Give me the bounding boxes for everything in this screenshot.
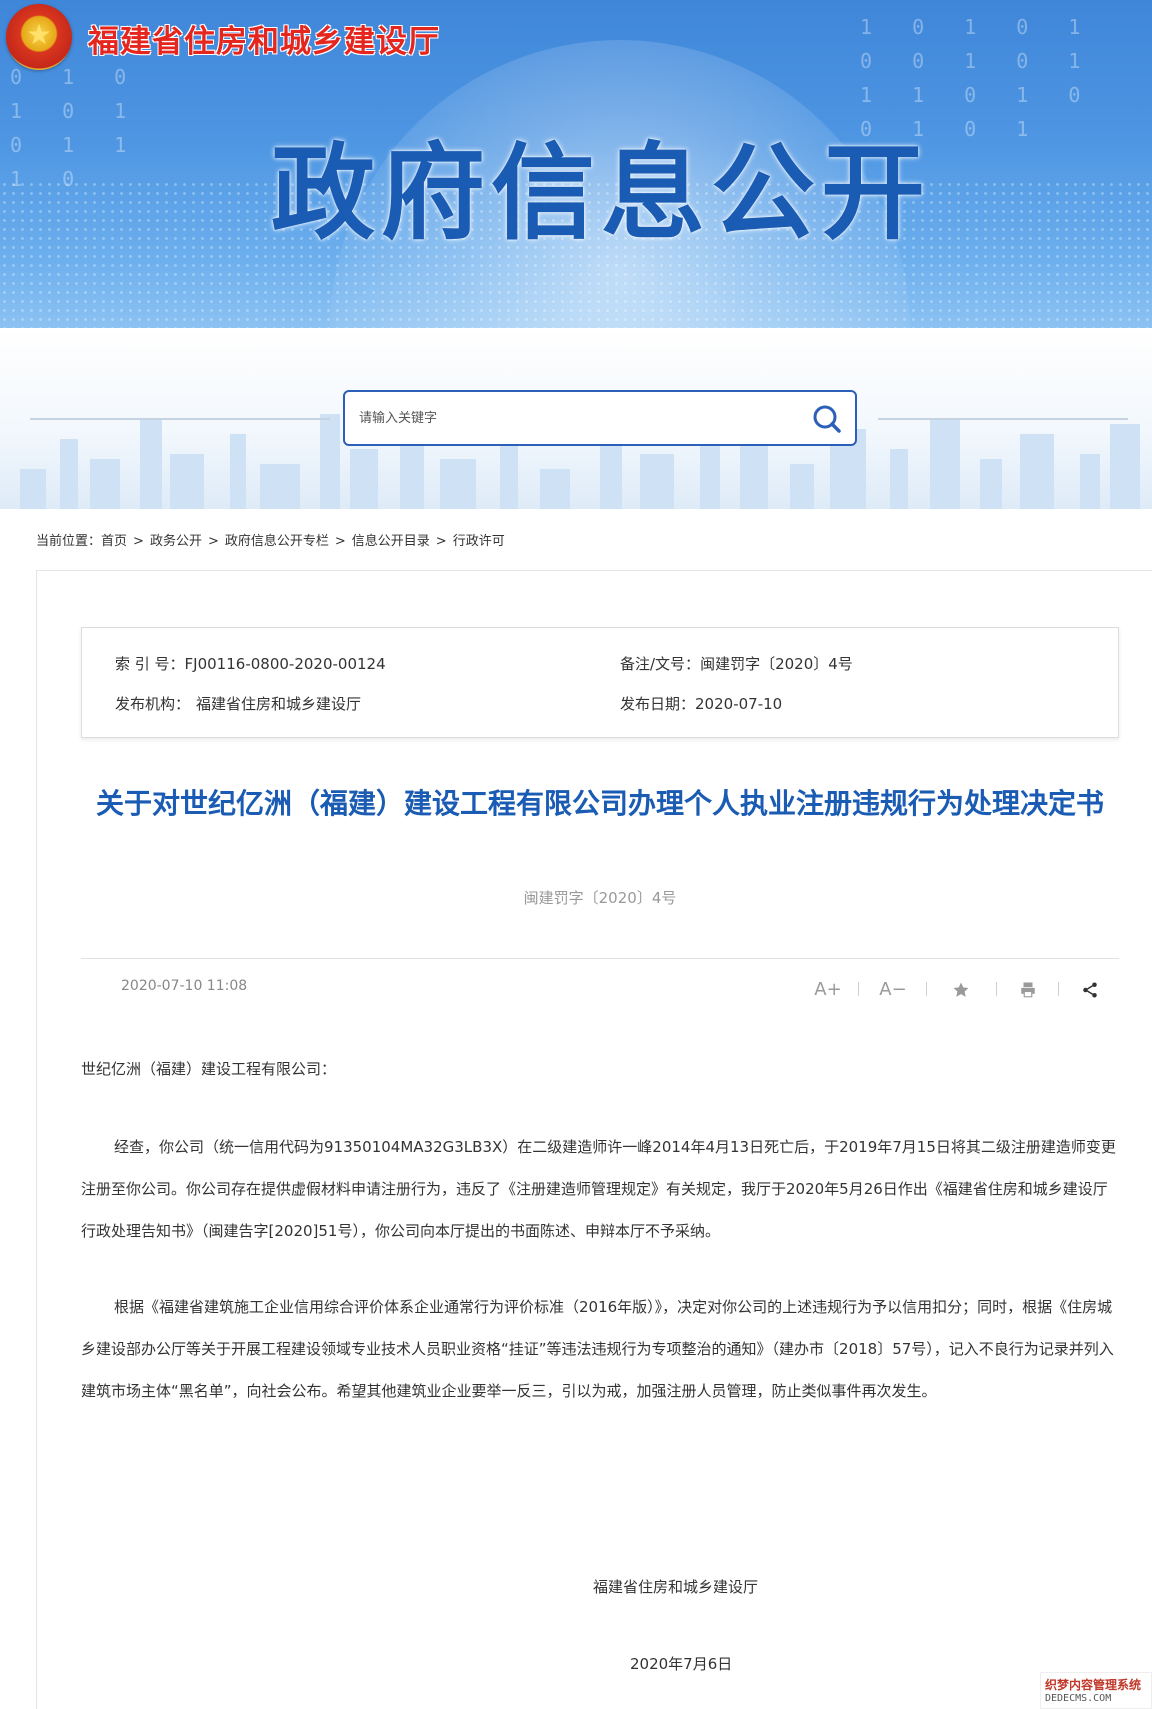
breadcrumb-item-home[interactable]: 首页 — [101, 534, 127, 549]
publish-time: 2020-07-10 11:08 — [121, 978, 248, 994]
share-icon — [1083, 982, 1097, 998]
title-divider — [81, 958, 1119, 959]
cms-watermark: 织梦内容管理系统 DEDECMS.COM — [1040, 1672, 1152, 1709]
header-banner: 0 1 01 0 10 1 11 0 1 0 1 0 10 0 1 0 11 1… — [0, 0, 1152, 328]
meta-index-value: FJ00116-0800-2020-00124 — [184, 655, 386, 673]
search-button[interactable] — [807, 400, 847, 438]
signature-org: 福建省住房和城乡建设厅 — [593, 1578, 759, 1596]
breadcrumb-item-affairs[interactable]: 政务公开 — [150, 534, 202, 549]
meta-doc: 备注/文号：闽建罚字〔2020〕4号 — [620, 653, 853, 674]
breadcrumb-separator: > — [133, 534, 144, 549]
meta-info-box: 索 引 号：FJ00116-0800-2020-00124 备注/文号：闽建罚字… — [81, 627, 1119, 738]
meta-publisher-value: 福建省住房和城乡建设厅 — [196, 695, 362, 713]
watermark-line-1: 织梦内容管理系统 — [1045, 1678, 1142, 1692]
share-button[interactable] — [1072, 974, 1108, 1006]
article-paragraph-1: 经查，你公司（统一信用代码为91350104MA32G3LB3X）在二级建造师许… — [81, 1138, 1116, 1240]
search-box — [343, 390, 857, 446]
print-button[interactable] — [1010, 974, 1046, 1006]
search-divider-right — [878, 418, 1128, 420]
search-icon — [813, 405, 841, 433]
breadcrumb-item-disclosure[interactable]: 政府信息公开专栏 — [225, 534, 329, 549]
breadcrumb-separator: > — [435, 534, 447, 549]
meta-doc-label: 备注/文号： — [620, 655, 701, 673]
article-paragraph-2: 根据《福建省建筑施工企业信用综合评价体系企业通常行为评价标准（2016年版）》，… — [81, 1298, 1114, 1400]
tool-separator — [858, 982, 859, 996]
signature-date: 2020年7月6日 — [630, 1655, 733, 1673]
meta-index: 索 引 号：FJ00116-0800-2020-00124 — [115, 653, 386, 674]
org-name[interactable]: 福建省住房和城乡建设厅 — [88, 16, 440, 61]
article-doc-number: 闽建罚字〔2020〕4号 — [523, 889, 677, 907]
breadcrumb: 当前位置：首页 > 政务公开 > 政府信息公开专栏 > 信息公开目录 > 行政许可 — [36, 530, 505, 549]
breadcrumb-label: 当前位置： — [36, 534, 102, 549]
tool-separator — [926, 982, 927, 996]
breadcrumb-separator: > — [207, 534, 219, 549]
star-icon — [953, 982, 969, 997]
printer-icon — [1021, 982, 1035, 998]
tool-separator — [1058, 982, 1059, 996]
article-salutation: 世纪亿洲（福建）建设工程有限公司： — [81, 1060, 337, 1078]
font-increase-button[interactable]: A+ — [810, 974, 846, 1006]
meta-date: 发布日期：2020-07-10 — [620, 693, 782, 714]
search-section — [0, 328, 1152, 509]
meta-publisher-label: 发布机构： — [115, 695, 191, 713]
meta-index-label: 索 引 号： — [115, 655, 185, 673]
meta-doc-value: 闽建罚字〔2020〕4号 — [700, 655, 853, 673]
search-input[interactable] — [359, 392, 779, 444]
meta-publisher: 发布机构： 福建省住房和城乡建设厅 — [115, 693, 361, 714]
breadcrumb-item-permit[interactable]: 行政许可 — [453, 534, 505, 549]
meta-date-label: 发布日期： — [620, 695, 696, 713]
breadcrumb-separator: > — [334, 534, 346, 549]
meta-date-value: 2020-07-10 — [695, 695, 783, 713]
breadcrumb-item-catalog[interactable]: 信息公开目录 — [352, 534, 430, 549]
watermark-line-2: DEDECMS.COM — [1045, 1693, 1112, 1704]
tool-separator — [996, 982, 997, 996]
banner-title: 政府信息公开 — [270, 132, 931, 254]
search-divider-left — [30, 418, 330, 420]
favorite-button[interactable] — [943, 974, 979, 1006]
font-decrease-button[interactable]: A− — [875, 974, 911, 1006]
national-emblem-icon: ★ — [6, 4, 72, 70]
article-title: 关于对世纪亿洲（福建）建设工程有限公司办理个人执业注册违规行为处理决定书 — [95, 787, 1104, 820]
